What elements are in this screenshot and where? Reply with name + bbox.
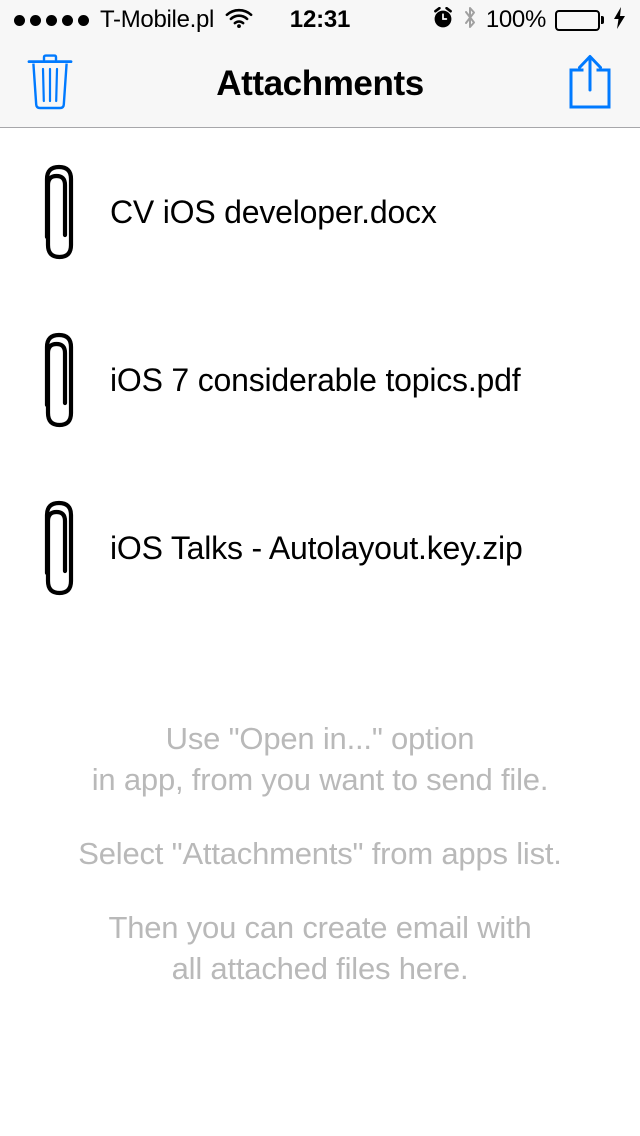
instruction-line: Use "Open in..." option xyxy=(165,721,475,756)
share-button[interactable] xyxy=(556,48,624,118)
lightning-bolt-icon xyxy=(613,6,626,34)
attachment-row[interactable]: iOS Talks - Autolayout.key.zip xyxy=(0,464,640,632)
instruction-line: Select "Attachments" from apps list. xyxy=(78,836,562,871)
instruction-line: all attached files here. xyxy=(171,951,469,986)
paperclip-icon xyxy=(38,163,86,261)
attachment-row[interactable]: CV iOS developer.docx xyxy=(0,128,640,296)
bluetooth-icon xyxy=(463,6,477,34)
attachment-row[interactable]: iOS 7 considerable topics.pdf xyxy=(0,296,640,464)
instruction-paragraph: Then you can create email with all attac… xyxy=(0,907,640,989)
paperclip-icon xyxy=(38,331,86,429)
instruction-paragraph: Use "Open in..." option in app, from you… xyxy=(0,718,640,800)
attachment-list: CV iOS developer.docx iOS 7 considerable… xyxy=(0,128,640,632)
attachment-name: CV iOS developer.docx xyxy=(110,193,437,230)
paperclip-icon xyxy=(38,499,86,597)
instruction-line: Then you can create email with xyxy=(108,910,532,945)
instructions-text: Use "Open in..." option in app, from you… xyxy=(0,718,640,989)
wifi-icon xyxy=(225,7,253,33)
signal-strength-icon xyxy=(14,14,89,26)
share-icon xyxy=(566,52,614,115)
status-bar-right: 100% xyxy=(320,6,626,34)
alarm-clock-icon xyxy=(432,6,454,34)
attachment-name: iOS 7 considerable topics.pdf xyxy=(110,361,521,398)
navigation-bar: Attachments xyxy=(0,40,640,128)
battery-icon xyxy=(555,9,604,31)
status-bar: T-Mobile.pl 12:31 100% xyxy=(0,0,640,40)
battery-percent-label: 100% xyxy=(485,6,546,33)
carrier-label: T-Mobile.pl xyxy=(100,6,215,33)
status-bar-left: T-Mobile.pl xyxy=(14,7,320,33)
instruction-paragraph: Select "Attachments" from apps list. xyxy=(0,833,640,874)
instruction-line: in app, from you want to send file. xyxy=(91,762,549,797)
attachment-name: iOS Talks - Autolayout.key.zip xyxy=(110,529,523,566)
page-title: Attachments xyxy=(216,64,424,103)
